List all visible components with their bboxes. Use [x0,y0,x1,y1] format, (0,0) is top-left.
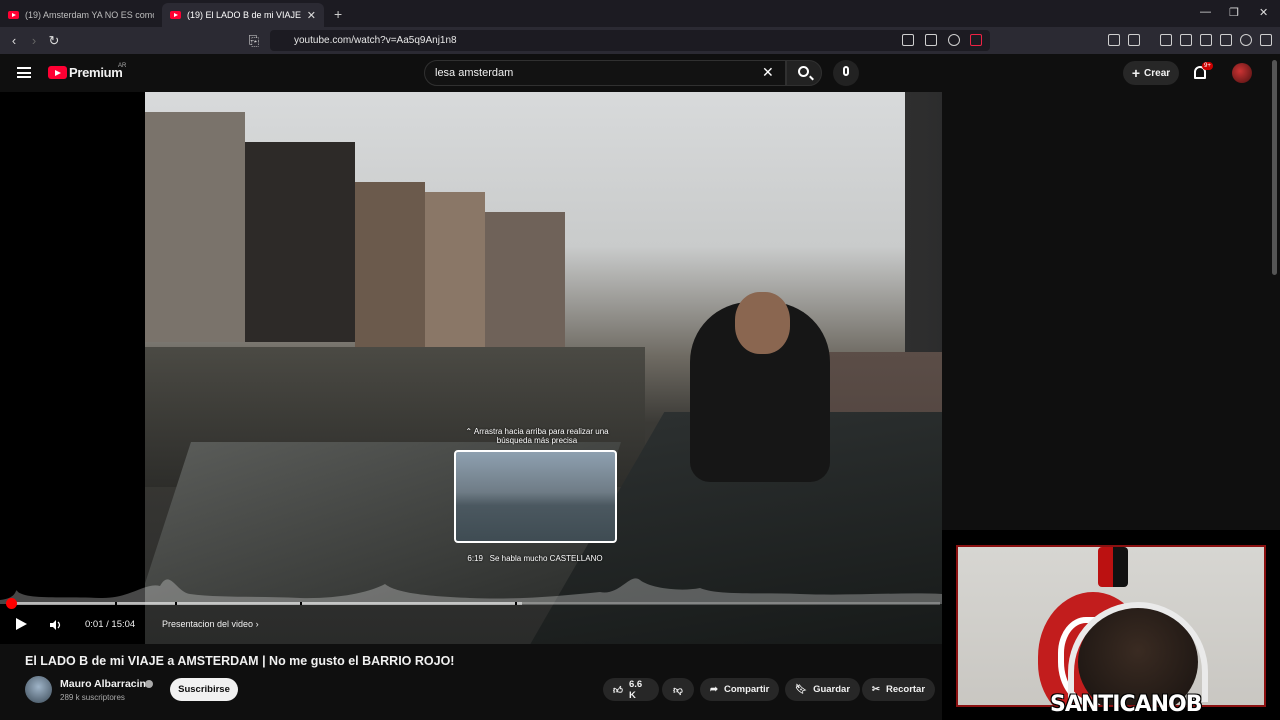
reload-icon[interactable]: ↻ [44,33,64,49]
chapter-marker [515,602,517,605]
building [425,192,485,352]
shield-icon[interactable] [948,34,960,46]
clip-button[interactable]: ✂ Recortar [862,678,936,701]
building [355,182,425,352]
scrubber-handle[interactable] [5,598,17,609]
hamburger-menu-icon[interactable] [17,67,31,78]
like-button[interactable]: 👍︎ 6.6 K [603,678,659,701]
browser-tab-active[interactable]: (19) El LADO B de mi VIAJE a AMS ✕ [162,3,324,27]
page-scrollbar[interactable] [1272,60,1277,275]
chapter-label: Presentacion del video [162,619,254,629]
building [145,112,245,342]
clear-search-icon[interactable]: ✕ [762,64,774,81]
thumbs-down-icon: 👎︎ [673,684,683,696]
screenshot-icon[interactable] [902,34,914,46]
verified-icon [145,680,153,688]
webcam-frame [956,545,1266,707]
most-replayed-heatmap [0,578,942,604]
search-query: lesa amsterdam [435,67,514,79]
menu-icon[interactable] [1260,34,1272,46]
progress-buffer [10,602,522,605]
microphone-icon [843,66,849,76]
close-tab-icon[interactable]: ✕ [307,9,316,22]
chevron-right-icon: › [255,619,259,629]
vpn-icon[interactable] [970,34,982,46]
address-bar[interactable]: youtube.com/watch?v=Aa5q9Anj1n8 [270,30,990,51]
youtube-masthead: Premium AR lesa amsterdam ✕ + Crear 9+ [0,54,1280,92]
youtube-logo-icon[interactable] [48,66,67,79]
streamer-name: SANTICANOB [1050,692,1203,717]
volume-icon[interactable] [49,619,61,631]
plus-icon: + [1131,65,1141,81]
logo-text[interactable]: Premium [69,65,123,80]
right-buildings [905,92,942,392]
reader-icon[interactable] [1128,34,1140,46]
chapter-button[interactable]: Presentacion del video › [162,619,259,629]
search-icon [798,66,809,77]
clip-label: Recortar [885,684,926,695]
browser-tab-strip: (19) Amsterdam YA NO ES como ante (19) E… [0,0,1280,27]
chapter-marker [115,602,117,605]
bookmark-icon[interactable]: ⎘ [244,33,264,49]
forward-icon[interactable]: › [24,33,44,48]
chapter-marker [300,602,302,605]
save-button[interactable]: 🔖︎ Guardar [785,678,861,701]
close-window-button[interactable]: ✕ [1259,6,1268,19]
drag-hint: ⌃ Arrastra hacia arriba para realizar un… [465,427,609,445]
youtube-favicon-icon [170,11,181,19]
notification-count-badge: 9+ [1202,62,1213,70]
building [485,212,565,352]
video-title: El LADO B de mi VIAJE a AMSTERDAM | No m… [25,654,455,668]
search-input[interactable]: lesa amsterdam [424,60,786,86]
channel-avatar[interactable] [25,676,52,703]
bookmark-save-icon: 🔖︎ [795,684,808,695]
heatmap-area [0,578,942,604]
share-icon[interactable] [925,34,937,46]
chapter-marker [175,602,177,605]
youtube-favicon-icon [8,11,19,19]
extensions-icon[interactable] [1108,34,1120,46]
url-text: youtube.com/watch?v=Aa5q9Anj1n8 [294,35,457,46]
save-label: Guardar [813,684,851,695]
scissors-icon: ✂ [872,684,880,695]
secondary-column [942,92,1280,530]
player-figure [1098,547,1128,587]
browser-toolbar: ‹ › ↻ ⎘ youtube.com/watch?v=Aa5q9Anj1n8 [0,27,1280,54]
building [245,142,355,342]
wallet-icon[interactable] [1200,34,1212,46]
voice-search-button[interactable] [833,60,859,86]
vpn-shield-icon[interactable] [1240,34,1252,46]
restore-button[interactable]: ❐ [1229,6,1239,19]
sidebar-icon[interactable] [1180,34,1192,46]
time-display: 0:01 / 15:04 [85,619,136,630]
new-tab-button[interactable]: + [334,6,342,22]
tab-title: (19) Amsterdam YA NO ES como ante [25,10,154,20]
music-icon[interactable] [1160,34,1172,46]
thumbs-up-icon: 👍︎ [613,684,623,696]
subscriber-count: 289 k suscriptores [60,693,125,702]
browser-tab[interactable]: (19) Amsterdam YA NO ES como ante [0,3,162,27]
region-code: AR [118,63,127,69]
share-arrow-icon: ➦ [710,684,718,695]
subscribe-button[interactable]: Suscribirse [170,678,238,701]
create-button[interactable]: + Crear [1123,61,1179,85]
tab-title: (19) El LADO B de mi VIAJE a AMS [187,10,301,20]
account-avatar[interactable] [1232,63,1252,83]
create-label: Crear [1144,67,1171,79]
person-head [735,292,790,354]
ai-icon[interactable] [1220,34,1232,46]
dislike-button[interactable]: 👎︎ [662,678,694,701]
share-button[interactable]: ➦ Compartir [700,678,780,701]
back-icon[interactable]: ‹ [4,33,24,48]
minimize-button[interactable]: — [1200,6,1211,18]
video-player[interactable]: ⌃ Arrastra hacia arriba para realizar un… [0,92,942,644]
seek-preview-thumbnail [454,450,617,543]
search-button[interactable] [786,60,822,86]
share-label: Compartir [723,684,770,695]
play-icon[interactable] [16,618,27,630]
like-count: 6.6 K [628,678,643,701]
channel-name[interactable]: Mauro Albarracin [60,678,146,690]
